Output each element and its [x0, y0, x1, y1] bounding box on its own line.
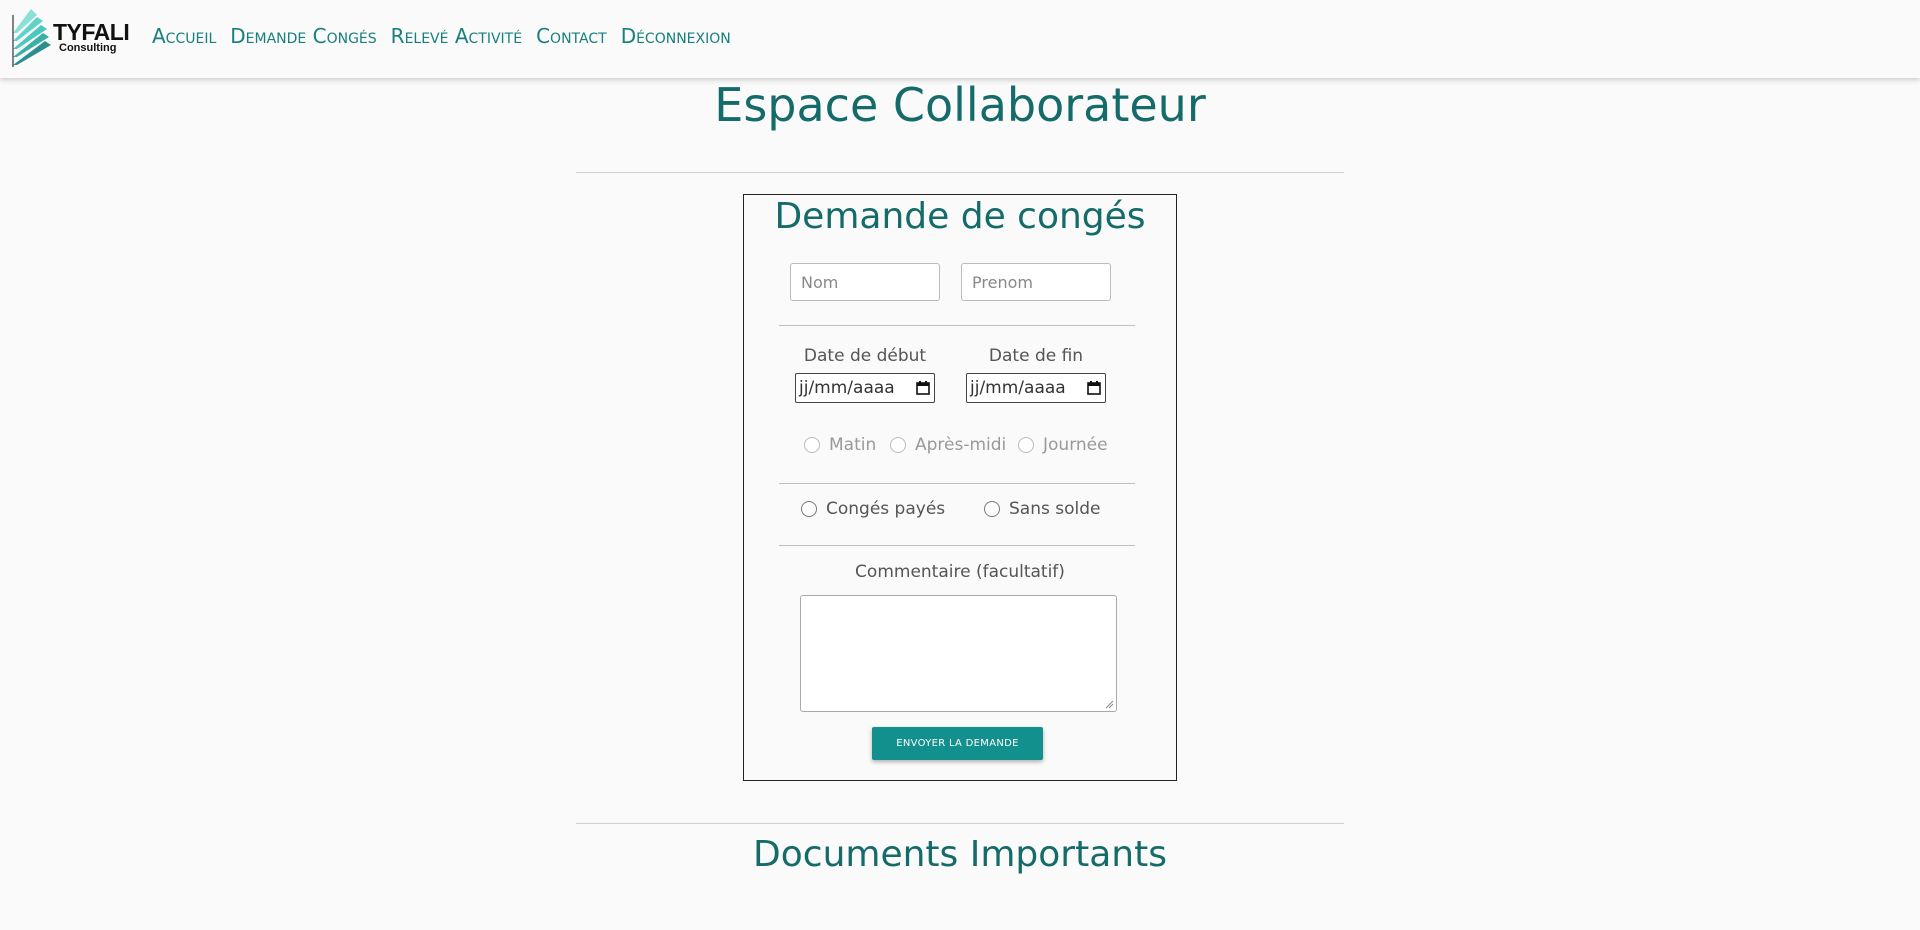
- end-date-value: jj/mm/aaaa: [970, 378, 1066, 398]
- resize-handle-icon[interactable]: [1105, 700, 1114, 709]
- radio-matin[interactable]: Matin: [804, 435, 876, 455]
- tyfali-logo-icon: [12, 9, 51, 67]
- radio-label: Sans solde: [1009, 499, 1101, 519]
- top-navbar: TYFALI Consulting Accueil Demande Congés…: [0, 0, 1920, 78]
- leave-request-form: Demande de congés Date de début Date de …: [743, 194, 1177, 781]
- submit-request-button[interactable]: Envoyer la demande: [872, 727, 1043, 760]
- nav-link-demande-conges[interactable]: Demande Congés: [230, 24, 376, 48]
- radio-button[interactable]: [984, 501, 1000, 517]
- radio-journee[interactable]: Journée: [1018, 435, 1108, 455]
- radio-label: Journée: [1043, 435, 1108, 455]
- radio-button[interactable]: [1018, 437, 1034, 453]
- nav-link-accueil[interactable]: Accueil: [152, 24, 216, 48]
- radio-button[interactable]: [804, 437, 820, 453]
- radio-button[interactable]: [890, 437, 906, 453]
- end-date-label: Date de fin: [988, 346, 1084, 366]
- radio-button[interactable]: [801, 501, 817, 517]
- nav-link-releve-activite[interactable]: Relevé Activité: [391, 24, 522, 48]
- calendar-icon: [916, 381, 930, 395]
- nav-link-deconnexion[interactable]: Déconnexion: [621, 24, 731, 48]
- nav-link-contact[interactable]: Contact: [536, 24, 607, 48]
- start-date-input[interactable]: jj/mm/aaaa: [795, 373, 935, 403]
- start-date-label: Date de début: [803, 346, 927, 366]
- prenom-input[interactable]: [961, 263, 1111, 301]
- end-date-input[interactable]: jj/mm/aaaa: [966, 373, 1106, 403]
- divider: [779, 325, 1135, 326]
- divider: [779, 483, 1135, 484]
- divider: [779, 545, 1135, 546]
- radio-label: Matin: [829, 435, 877, 455]
- brand-subtitle: Consulting: [59, 42, 117, 54]
- brand-logo[interactable]: TYFALI Consulting: [11, 7, 130, 69]
- radio-conges-payes[interactable]: Congés payés: [801, 499, 945, 519]
- radio-label: Congés payés: [826, 499, 946, 519]
- start-date-value: jj/mm/aaaa: [799, 378, 895, 398]
- nom-input[interactable]: [790, 263, 940, 301]
- main-nav: Accueil Demande Congés Relevé Activité C…: [152, 24, 731, 48]
- radio-sans-solde[interactable]: Sans solde: [984, 499, 1100, 519]
- page-title: Espace Collaborateur: [714, 78, 1206, 132]
- calendar-icon: [1087, 381, 1101, 395]
- divider: [576, 823, 1344, 824]
- comment-textarea[interactable]: [800, 595, 1117, 712]
- form-title: Demande de congés: [774, 196, 1146, 237]
- radio-label: Après-midi: [915, 435, 1007, 455]
- divider: [576, 172, 1344, 173]
- comment-label: Commentaire (facultatif): [855, 562, 1065, 582]
- radio-apres-midi[interactable]: Après-midi: [890, 435, 1006, 455]
- documents-section-title: Documents Importants: [753, 834, 1167, 875]
